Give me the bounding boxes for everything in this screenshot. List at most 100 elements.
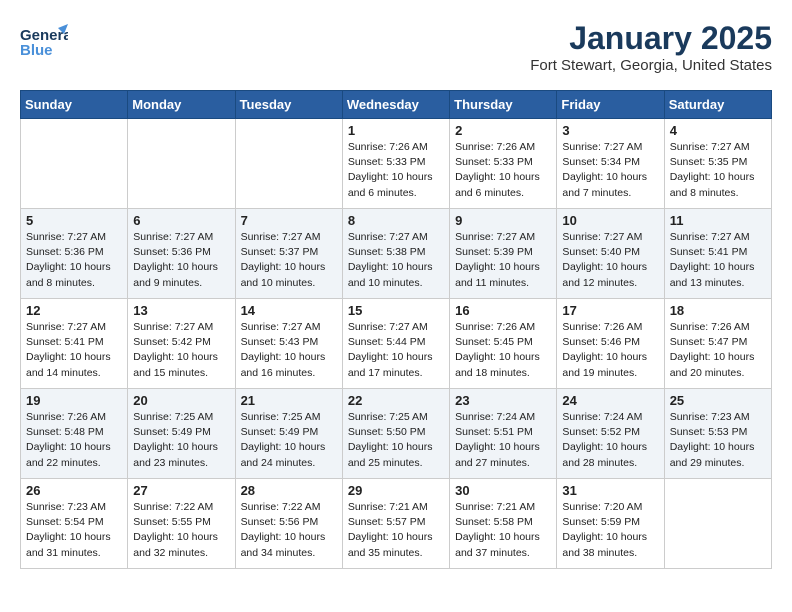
day-detail: Sunrise: 7:27 AMSunset: 5:39 PMDaylight:… [455, 230, 551, 291]
header-wednesday: Wednesday [342, 91, 449, 119]
calendar-cell: 20Sunrise: 7:25 AMSunset: 5:49 PMDayligh… [128, 389, 235, 479]
calendar: SundayMondayTuesdayWednesdayThursdayFrid… [20, 90, 772, 569]
calendar-cell [235, 119, 342, 209]
month-title: January 2025 [530, 20, 772, 57]
calendar-cell: 28 Sunrise: 7:22 AMSunset: 5:56 PMDayligh… [235, 479, 342, 569]
header-thursday: Thursday [450, 91, 557, 119]
day-number: 28 [241, 483, 337, 498]
day-number: 23 [455, 393, 551, 408]
calendar-cell: 5 Sunrise: 7:27 AMSunset: 5:36 PMDaylight… [21, 209, 128, 299]
day-detail: Sunrise: 7:26 AMSunset: 5:48 PMDaylight:… [26, 410, 122, 471]
calendar-cell: 24 Sunrise: 7:24 AMSunset: 5:52 PMDayligh… [557, 389, 664, 479]
day-detail: Sunrise: 7:26 AMSunset: 5:33 PMDaylight:… [455, 140, 551, 201]
calendar-cell: 29 Sunrise: 7:21 AMSunset: 5:57 PMDayligh… [342, 479, 449, 569]
day-detail: Sunrise: 7:25 AMSunset: 5:50 PMDaylight:… [348, 410, 444, 471]
day-number: 26 [26, 483, 122, 498]
calendar-cell: 2 Sunrise: 7:26 AMSunset: 5:33 PMDaylight… [450, 119, 557, 209]
day-number: 24 [562, 393, 658, 408]
day-detail: Sunrise: 7:24 AMSunset: 5:51 PMDaylight:… [455, 410, 551, 471]
calendar-cell [128, 119, 235, 209]
day-number: 1 [348, 123, 444, 138]
calendar-cell: 21 Sunrise: 7:25 AMSunset: 5:49 PMDayligh… [235, 389, 342, 479]
day-detail: Sunrise: 7:27 AMSunset: 5:35 PMDaylight:… [670, 140, 766, 201]
calendar-cell: 4 Sunrise: 7:27 AMSunset: 5:35 PMDaylight… [664, 119, 771, 209]
day-number: 15 [348, 303, 444, 318]
day-number: 27 [133, 483, 229, 498]
day-number: 30 [455, 483, 551, 498]
day-detail: Sunrise: 7:27 AMSunset: 5:41 PMDaylight:… [26, 320, 122, 381]
day-detail: Sunrise: 7:21 AMSunset: 5:57 PMDaylight:… [348, 500, 444, 561]
calendar-week-4: 19 Sunrise: 7:26 AMSunset: 5:48 PMDayligh… [21, 389, 772, 479]
day-detail: Sunrise: 7:26 AMSunset: 5:33 PMDaylight:… [348, 140, 444, 201]
day-detail: Sunrise: 7:23 AMSunset: 5:53 PMDaylight:… [670, 410, 766, 471]
calendar-cell: 19 Sunrise: 7:26 AMSunset: 5:48 PMDayligh… [21, 389, 128, 479]
day-number: 18 [670, 303, 766, 318]
day-detail: Sunrise: 7:27 AMSunset: 5:43 PMDaylight:… [241, 320, 337, 381]
calendar-cell: 7 Sunrise: 7:27 AMSunset: 5:37 PMDaylight… [235, 209, 342, 299]
day-number: 2 [455, 123, 551, 138]
calendar-cell: 23 Sunrise: 7:24 AMSunset: 5:51 PMDayligh… [450, 389, 557, 479]
day-number: 31 [562, 483, 658, 498]
calendar-cell: 16Sunrise: 7:26 AMSunset: 5:45 PMDayligh… [450, 299, 557, 389]
day-number: 25 [670, 393, 766, 408]
calendar-cell: 10 Sunrise: 7:27 AMSunset: 5:40 PMDayligh… [557, 209, 664, 299]
day-number: 4 [670, 123, 766, 138]
calendar-cell: 30 Sunrise: 7:21 AMSunset: 5:58 PMDayligh… [450, 479, 557, 569]
day-detail: Sunrise: 7:21 AMSunset: 5:58 PMDaylight:… [455, 500, 551, 561]
title-block: January 2025 Fort Stewart, Georgia, Unit… [530, 20, 772, 74]
day-number: 11 [670, 213, 766, 228]
calendar-header-row: SundayMondayTuesdayWednesdayThursdayFrid… [21, 91, 772, 119]
day-detail: Sunrise: 7:27 AMSunset: 5:38 PMDaylight:… [348, 230, 444, 291]
header-tuesday: Tuesday [235, 91, 342, 119]
calendar-cell: 3 Sunrise: 7:27 AMSunset: 5:34 PMDaylight… [557, 119, 664, 209]
header-friday: Friday [557, 91, 664, 119]
day-number: 17 [562, 303, 658, 318]
calendar-cell: 14 Sunrise: 7:27 AMSunset: 5:43 PMDayligh… [235, 299, 342, 389]
day-detail: Sunrise: 7:27 AMSunset: 5:40 PMDaylight:… [562, 230, 658, 291]
header-monday: Monday [128, 91, 235, 119]
day-detail: Sunrise: 7:27 AMSunset: 5:41 PMDaylight:… [670, 230, 766, 291]
day-number: 6 [133, 213, 229, 228]
calendar-cell [21, 119, 128, 209]
day-detail: Sunrise: 7:22 AMSunset: 5:56 PMDaylight:… [241, 500, 337, 561]
day-detail: Sunrise: 7:27 AMSunset: 5:37 PMDaylight:… [241, 230, 337, 291]
calendar-cell: 26 Sunrise: 7:23 AMSunset: 5:54 PMDayligh… [21, 479, 128, 569]
day-number: 20 [133, 393, 229, 408]
calendar-cell: 8 Sunrise: 7:27 AMSunset: 5:38 PMDaylight… [342, 209, 449, 299]
day-detail: Sunrise: 7:22 AMSunset: 5:55 PMDaylight:… [133, 500, 229, 561]
day-detail: Sunrise: 7:27 AMSunset: 5:34 PMDaylight:… [562, 140, 658, 201]
day-detail: Sunrise: 7:23 AMSunset: 5:54 PMDaylight:… [26, 500, 122, 561]
day-detail: Sunrise: 7:26 AMSunset: 5:47 PMDaylight:… [670, 320, 766, 381]
svg-text:Blue: Blue [20, 42, 53, 59]
day-detail: Sunrise: 7:27 AMSunset: 5:36 PMDaylight:… [26, 230, 122, 291]
day-number: 14 [241, 303, 337, 318]
calendar-cell: 11 Sunrise: 7:27 AMSunset: 5:41 PMDayligh… [664, 209, 771, 299]
day-number: 5 [26, 213, 122, 228]
calendar-cell: 12 Sunrise: 7:27 AMSunset: 5:41 PMDayligh… [21, 299, 128, 389]
calendar-cell: 13Sunrise: 7:27 AMSunset: 5:42 PMDayligh… [128, 299, 235, 389]
logo: General Blue [20, 20, 68, 60]
day-number: 16 [455, 303, 551, 318]
day-detail: Sunrise: 7:27 AMSunset: 5:42 PMDaylight:… [133, 320, 229, 381]
day-detail: Sunrise: 7:27 AMSunset: 5:36 PMDaylight:… [133, 230, 229, 291]
calendar-cell [664, 479, 771, 569]
calendar-week-5: 26 Sunrise: 7:23 AMSunset: 5:54 PMDayligh… [21, 479, 772, 569]
day-number: 19 [26, 393, 122, 408]
day-number: 3 [562, 123, 658, 138]
calendar-cell: 27 Sunrise: 7:22 AMSunset: 5:55 PMDayligh… [128, 479, 235, 569]
calendar-cell: 9Sunrise: 7:27 AMSunset: 5:39 PMDaylight… [450, 209, 557, 299]
calendar-cell: 15Sunrise: 7:27 AMSunset: 5:44 PMDayligh… [342, 299, 449, 389]
day-number: 29 [348, 483, 444, 498]
day-number: 10 [562, 213, 658, 228]
day-detail: Sunrise: 7:25 AMSunset: 5:49 PMDaylight:… [241, 410, 337, 471]
calendar-cell: 6 Sunrise: 7:27 AMSunset: 5:36 PMDaylight… [128, 209, 235, 299]
day-number: 12 [26, 303, 122, 318]
calendar-week-2: 5 Sunrise: 7:27 AMSunset: 5:36 PMDaylight… [21, 209, 772, 299]
day-number: 22 [348, 393, 444, 408]
header-sunday: Sunday [21, 91, 128, 119]
day-number: 21 [241, 393, 337, 408]
day-detail: Sunrise: 7:24 AMSunset: 5:52 PMDaylight:… [562, 410, 658, 471]
calendar-cell: 17Sunrise: 7:26 AMSunset: 5:46 PMDayligh… [557, 299, 664, 389]
day-number: 7 [241, 213, 337, 228]
day-number: 8 [348, 213, 444, 228]
